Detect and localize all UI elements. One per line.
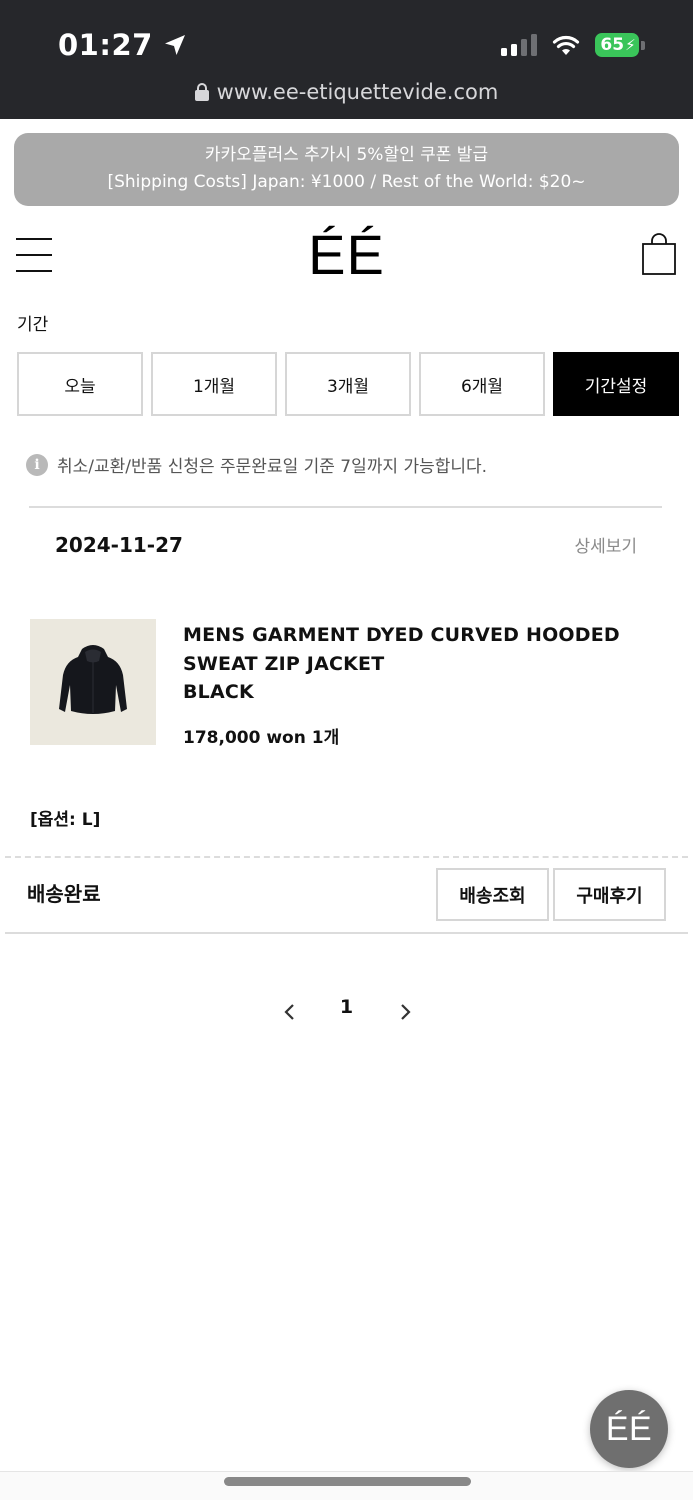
product-name[interactable]: MENS GARMENT DYED CURVED HOODED SWEAT ZI…	[183, 621, 653, 707]
status-bar: 01:27 65 ⚡ www.ee-etiquettevide.com	[0, 0, 693, 119]
chevron-right-icon[interactable]	[395, 1000, 415, 1024]
cellular-signal-icon	[501, 34, 537, 56]
page-number-current[interactable]: 1	[0, 996, 693, 1018]
promo-line-1: 카카오플러스 추가시 5%할인 쿠폰 발급	[204, 145, 489, 165]
period-1month-button[interactable]: 1개월	[151, 352, 277, 416]
period-3month-button[interactable]: 3개월	[285, 352, 411, 416]
product-thumbnail[interactable]	[30, 619, 156, 745]
site-logo[interactable]: ÉÉ	[0, 222, 693, 287]
tracking-button[interactable]: 배송조회	[436, 868, 549, 921]
clock-text: 01:27	[58, 28, 153, 62]
location-arrow-icon	[164, 35, 185, 55]
lock-icon	[194, 83, 209, 101]
clock: 01:27	[58, 28, 187, 62]
product-option: [옵션: L]	[30, 810, 101, 830]
delivery-status: 배송완료	[27, 882, 101, 906]
battery-level: 65	[600, 35, 625, 55]
promo-banner[interactable]: 카카오플러스 추가시 5%할인 쿠폰 발급 [Shipping Costs] J…	[14, 133, 679, 206]
product-name-line-1: MENS GARMENT DYED CURVED HOODED	[183, 624, 620, 646]
order-date: 2024-11-27	[55, 533, 183, 557]
divider	[29, 506, 662, 508]
dashed-divider	[5, 856, 688, 858]
divider	[5, 932, 688, 934]
floating-chat-button[interactable]: ÉÉ	[590, 1390, 668, 1468]
product-name-line-2: SWEAT ZIP JACKET	[183, 652, 385, 675]
home-indicator[interactable]	[224, 1477, 471, 1486]
review-button[interactable]: 구매후기	[553, 868, 666, 921]
order-detail-link[interactable]: 상세보기	[574, 532, 637, 557]
wifi-icon	[551, 33, 581, 57]
product-color: BLACK	[183, 681, 254, 703]
address-bar[interactable]: www.ee-etiquettevide.com	[0, 80, 693, 104]
info-icon: i	[26, 453, 48, 476]
pagination: 1	[0, 996, 693, 1028]
product-price-quantity: 178,000 won 1개	[183, 728, 340, 748]
return-policy-notice: i 취소/교환/반품 신청은 주문완료일 기준 7일까지 가능합니다.	[26, 452, 487, 477]
period-6month-button[interactable]: 6개월	[419, 352, 545, 416]
shopping-bag-icon[interactable]	[642, 233, 676, 275]
period-today-button[interactable]: 오늘	[17, 352, 143, 416]
battery-icon: 65 ⚡	[595, 33, 645, 57]
url-text: www.ee-etiquettevide.com	[216, 80, 499, 104]
period-label: 기간	[17, 315, 49, 335]
period-filter: 오늘 1개월 3개월 6개월 기간설정	[17, 352, 679, 416]
period-custom-button[interactable]: 기간설정	[553, 352, 679, 416]
notice-text: 취소/교환/반품 신청은 주문완료일 기준 7일까지 가능합니다.	[57, 457, 488, 477]
promo-line-2: [Shipping Costs] Japan: ¥1000 / Rest of …	[107, 172, 586, 192]
